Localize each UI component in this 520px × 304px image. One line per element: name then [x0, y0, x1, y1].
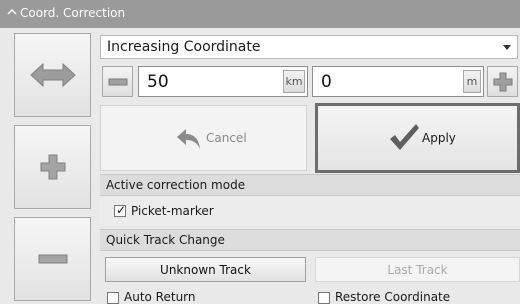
restore-coordinate-checkbox[interactable] [318, 292, 330, 304]
double-arrow-icon [29, 62, 76, 88]
last-track-button[interactable]: Last Track [315, 257, 520, 282]
active-mode-title: Active correction mode [106, 178, 246, 192]
meter-value: 0 [321, 72, 332, 92]
active-mode-body: ✓ Picket-marker [100, 197, 520, 225]
kilometer-unit: km [283, 70, 305, 93]
picket-marker-checkbox[interactable]: ✓ [114, 203, 127, 217]
quick-track-header: Quick Track Change [100, 229, 520, 251]
swap-direction-button[interactable] [14, 33, 91, 117]
increment-button[interactable] [487, 66, 518, 97]
auto-return-label: Auto Return [124, 290, 196, 304]
meter-unit: m [463, 70, 481, 93]
active-mode-header: Active correction mode [100, 174, 520, 196]
unknown-track-button[interactable]: Unknown Track [105, 257, 306, 282]
auto-return-checkbox[interactable] [107, 292, 119, 304]
panel-header[interactable]: Coord. Correction [0, 0, 520, 28]
correction-mode-value: Increasing Coordinate [107, 39, 261, 55]
plus-icon [493, 72, 512, 91]
kilometer-input[interactable]: 50 km [138, 66, 308, 97]
meter-input[interactable]: 0 m [312, 66, 484, 97]
kilometer-value: 50 [147, 72, 169, 92]
decrease-button[interactable] [14, 217, 91, 301]
decrement-button[interactable] [102, 66, 133, 97]
chevron-up-icon[interactable] [7, 6, 21, 20]
cancel-button[interactable]: Cancel [100, 105, 307, 171]
plus-icon [40, 154, 65, 180]
quick-track-title: Quick Track Change [106, 233, 225, 247]
apply-button[interactable]: Apply [315, 103, 520, 173]
restore-coordinate-label: Restore Coordinate [335, 290, 451, 304]
minus-icon [108, 78, 127, 85]
panel-title: Coord. Correction [20, 6, 126, 20]
checkmark-icon: ✓ [116, 203, 127, 217]
increase-button[interactable] [14, 125, 91, 209]
checkmark-icon [390, 124, 419, 150]
apply-label: Apply [422, 131, 456, 145]
correction-mode-select[interactable]: Increasing Coordinate [100, 35, 518, 59]
picket-marker-label: Picket-marker [131, 204, 214, 218]
cancel-label: Cancel [206, 131, 247, 145]
chevron-down-icon[interactable] [503, 45, 511, 50]
minus-icon [38, 254, 67, 264]
undo-arrow-icon [177, 129, 200, 149]
